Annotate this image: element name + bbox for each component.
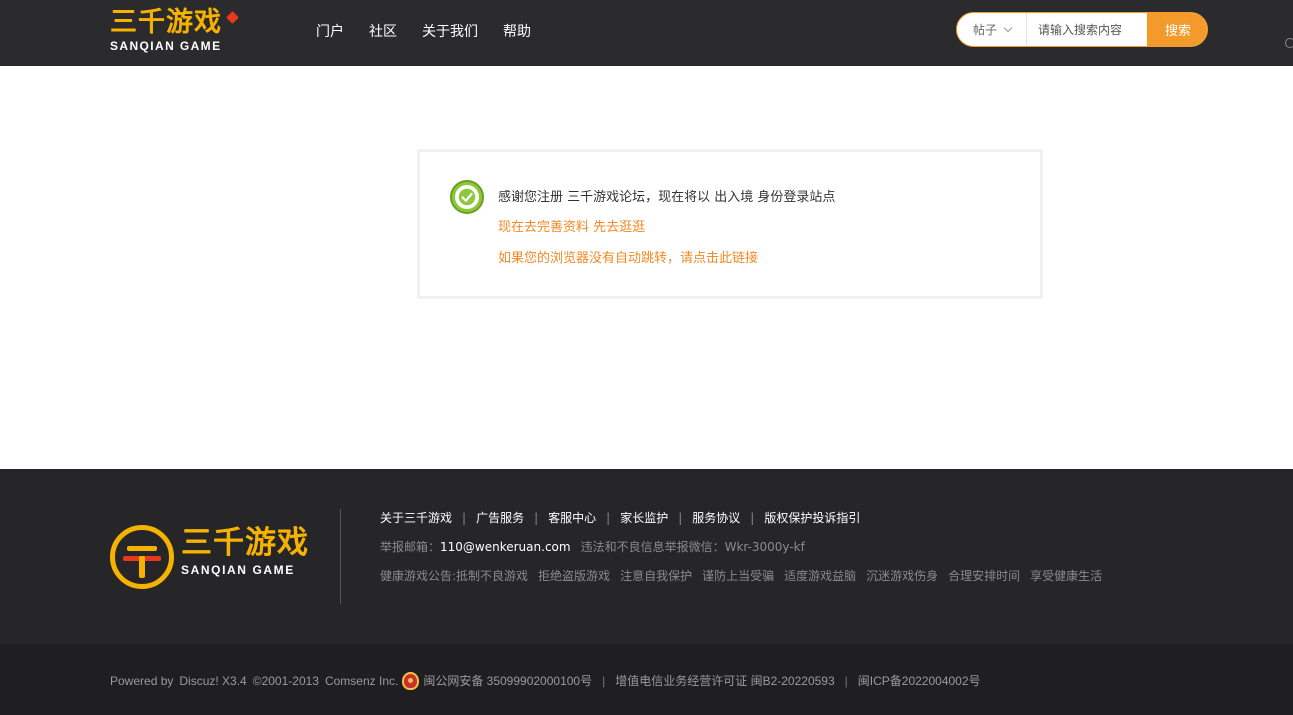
report-email: 110@wenkeruan.com — [440, 540, 571, 554]
comsenz-link[interactable]: Comsenz Inc. — [325, 673, 398, 689]
footer-links: 关于三千游戏 | 广告服务 | 客服中心 | 家长监护 | 服务协议 | 版权保… — [380, 510, 861, 526]
report-email-label: 举报邮箱： — [380, 540, 441, 554]
main-nav: 门户 社区 关于我们 帮助 — [316, 22, 531, 42]
powered-by-text: Powered by — [110, 674, 174, 688]
nav-item-portal[interactable]: 门户 — [316, 22, 344, 42]
partial-circle-icon — [1285, 38, 1293, 48]
footer-divider — [340, 509, 341, 604]
footer-logo-en: SANQIAN GAME — [181, 563, 295, 577]
site-header: 三千游戏 SANQIAN GAME 门户 社区 关于我们 帮助 帖子 搜索 — [0, 0, 1293, 66]
copyright-years: ©2001-2013 — [252, 674, 319, 688]
copyright-bar: Powered by Discuz! X3.4 ©2001-2013 Comse… — [0, 644, 1293, 715]
notice-item: 享受健康生活 — [1030, 569, 1103, 583]
police-badge-icon — [402, 672, 420, 690]
complete-profile-link[interactable]: 现在去完善资料 — [498, 220, 589, 235]
notice-item: 健康游戏公告:抵制不良游戏 — [380, 569, 529, 583]
icp-record-link[interactable]: 闽ICP备2022004002号 — [858, 673, 981, 689]
redirect-link[interactable]: 如果您的浏览器没有自动跳转，请点击此链接 — [498, 251, 758, 266]
redirect-line: 如果您的浏览器没有自动跳转，请点击此链接 — [498, 250, 758, 268]
notice-item: 拒绝盗版游戏 — [538, 569, 611, 583]
notice-item: 注意自我保护 — [620, 569, 693, 583]
browse-first-link[interactable]: 先去逛逛 — [593, 220, 645, 235]
health-notice: 健康游戏公告:抵制不良游戏 拒绝盗版游戏 注意自我保护 谨防上当受骗 适度游戏益… — [380, 568, 1102, 584]
nav-item-about[interactable]: 关于我们 — [422, 22, 478, 42]
notice-item: 适度游戏益脑 — [784, 569, 857, 583]
police-record-link[interactable]: 闽公网安备 35099902000100号 — [423, 673, 592, 689]
footer-logo-cn: 三千游戏 — [181, 525, 309, 561]
footer-link-support[interactable]: 客服中心 — [548, 510, 596, 526]
notice-item: 谨防上当受骗 — [702, 569, 775, 583]
footer-logo: 三千游戏 SANQIAN GAME — [110, 524, 320, 590]
logo-star-icon — [226, 11, 239, 24]
report-contact: 举报邮箱：110@wenkeruan.com 违法和不良信息举报微信：Wkr-30… — [380, 539, 805, 555]
site-logo[interactable]: 三千游戏 SANQIAN GAME — [110, 8, 250, 54]
search-bar: 帖子 搜索 — [956, 12, 1208, 47]
search-type-select[interactable]: 帖子 — [957, 13, 1027, 46]
telecom-license: 增值电信业务经营许可证 闽B2-20220593 — [615, 674, 835, 688]
logo-en-text: SANQIAN GAME — [110, 39, 222, 53]
footer-link-copyright[interactable]: 版权保护投诉指引 — [764, 510, 860, 526]
notice-item: 沉迷游戏伤身 — [866, 569, 939, 583]
logo-emblem-icon — [110, 525, 174, 589]
action-links: 现在去完善资料 先去逛逛 — [498, 219, 645, 237]
report-wechat: 违法和不良信息举报微信：Wkr-3000y-kf — [580, 540, 805, 554]
site-footer: 三千游戏 SANQIAN GAME 关于三千游戏 | 广告服务 | 客服中心 |… — [0, 469, 1293, 644]
discuz-link[interactable]: Discuz! X3.4 — [179, 673, 246, 689]
footer-link-parental[interactable]: 家长监护 — [620, 510, 668, 526]
search-type-label: 帖子 — [973, 23, 998, 37]
footer-link-terms[interactable]: 服务协议 — [692, 510, 740, 526]
success-check-icon — [450, 180, 484, 214]
logo-cn-text: 三千游戏 — [110, 7, 222, 38]
chevron-down-icon — [1003, 23, 1013, 32]
notice-item: 合理安排时间 — [948, 569, 1021, 583]
search-button[interactable]: 搜索 — [1147, 13, 1207, 46]
register-success-message: 感谢您注册 三千游戏论坛，现在将以 出入境 身份登录站点 现在去完善资料 先去逛… — [417, 149, 1043, 299]
nav-item-community[interactable]: 社区 — [369, 22, 397, 42]
nav-item-help[interactable]: 帮助 — [503, 22, 531, 42]
success-text: 感谢您注册 三千游戏论坛，现在将以 出入境 身份登录站点 — [498, 190, 836, 205]
copyright-row: Powered by Discuz! X3.4 ©2001-2013 Comse… — [110, 672, 981, 690]
search-input[interactable] — [1029, 13, 1147, 46]
footer-link-ads[interactable]: 广告服务 — [476, 510, 524, 526]
footer-link-about[interactable]: 关于三千游戏 — [380, 510, 452, 526]
